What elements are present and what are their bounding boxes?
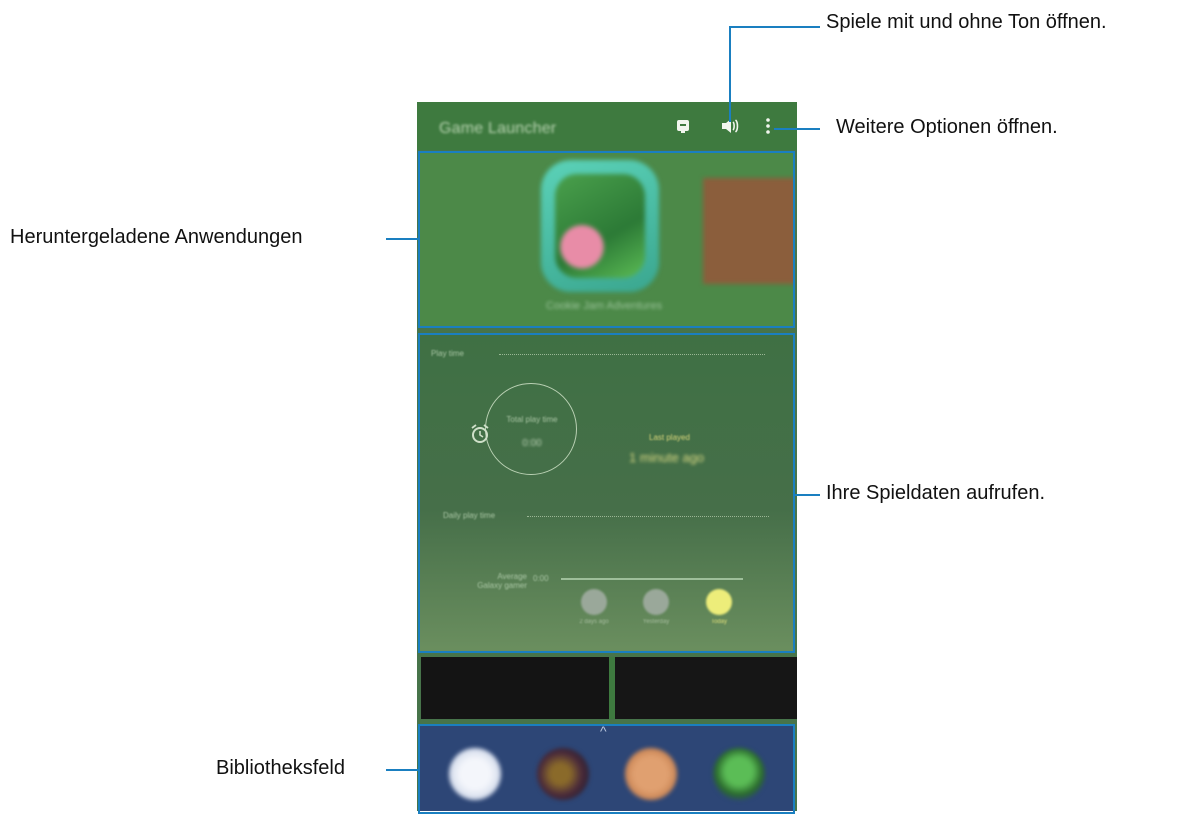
callout-more-options: Weitere Optionen öffnen. bbox=[836, 116, 1058, 138]
content-card-left[interactable] bbox=[421, 657, 609, 719]
callout-line-downloaded bbox=[386, 238, 418, 240]
callout-line-options bbox=[774, 128, 820, 130]
app-bar: Game Launcher bbox=[417, 102, 797, 150]
callout-library-panel: Bibliotheksfeld bbox=[216, 757, 345, 779]
more-options-icon[interactable] bbox=[765, 116, 771, 140]
callout-line-sound bbox=[729, 26, 820, 28]
game-data-highlight bbox=[418, 333, 795, 653]
app-title: Game Launcher bbox=[439, 120, 557, 137]
callout-line-game-data bbox=[795, 494, 820, 496]
callout-line-sound bbox=[729, 27, 731, 122]
callout-line-library bbox=[386, 769, 418, 771]
library-highlight bbox=[418, 724, 795, 814]
record-icon[interactable] bbox=[675, 118, 691, 138]
callout-sound-toggle: Spiele mit und ohne Ton öffnen. bbox=[826, 11, 1107, 33]
callout-downloaded-apps: Heruntergeladene Anwendungen bbox=[10, 226, 303, 248]
content-card-right[interactable] bbox=[615, 657, 797, 719]
downloaded-apps-highlight bbox=[418, 151, 795, 328]
callout-game-data: Ihre Spieldaten aufrufen. bbox=[826, 482, 1046, 504]
